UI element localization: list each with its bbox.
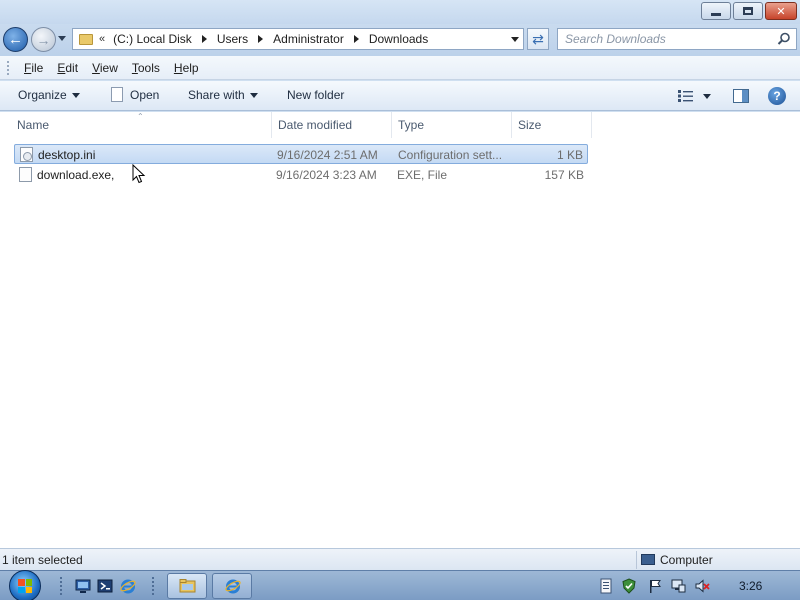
address-history-dropdown-icon[interactable] bbox=[511, 37, 519, 42]
taskbar-explorer-button[interactable] bbox=[167, 573, 207, 599]
breadcrumb-separator-icon[interactable] bbox=[258, 35, 264, 43]
document-icon[interactable] bbox=[598, 578, 614, 594]
file-list: Name ⌃ Date modified Type Size desktop.i… bbox=[0, 112, 800, 548]
back-arrow-icon: ← bbox=[8, 31, 23, 48]
change-view-icon[interactable] bbox=[678, 90, 693, 102]
network-icon[interactable] bbox=[670, 578, 686, 594]
address-overflow[interactable]: « bbox=[99, 33, 105, 45]
close-icon: ✕ bbox=[776, 5, 786, 18]
file-row-download-exe[interactable]: download.exe, 9/16/2024 3:23 AM EXE, Fil… bbox=[14, 165, 588, 185]
navigation-bar: ← → « (C:) Local Disk Users Administrato… bbox=[0, 24, 800, 56]
search-box[interactable] bbox=[557, 28, 797, 50]
caption-buttons: ✕ bbox=[701, 2, 797, 20]
action-center-flag-icon[interactable] bbox=[647, 578, 663, 594]
file-row-desktop-ini[interactable]: desktop.ini 9/16/2024 2:51 AM Configurat… bbox=[14, 144, 588, 164]
location-status: Computer bbox=[660, 553, 713, 567]
computer-icon bbox=[641, 554, 655, 565]
file-size: 157 KB bbox=[544, 168, 584, 182]
status-bar: 1 item selected Computer bbox=[0, 548, 800, 570]
status-divider bbox=[636, 551, 637, 569]
folder-icon bbox=[79, 33, 93, 45]
taskbar-ie-button[interactable] bbox=[212, 573, 252, 599]
mouse-pointer-icon bbox=[132, 164, 146, 184]
back-button[interactable]: ← bbox=[3, 27, 28, 52]
file-date: 9/16/2024 3:23 AM bbox=[276, 168, 377, 182]
breadcrumb-separator-icon[interactable] bbox=[201, 35, 207, 43]
breadcrumb-local-disk[interactable]: (C:) Local Disk bbox=[111, 32, 194, 46]
menu-bar: File Edit View Tools Help bbox=[0, 56, 800, 80]
server-manager-icon[interactable] bbox=[75, 578, 91, 594]
maximize-icon bbox=[743, 7, 753, 15]
file-date: 9/16/2024 2:51 AM bbox=[277, 148, 378, 162]
exe-file-icon bbox=[19, 167, 32, 182]
breadcrumb-administrator[interactable]: Administrator bbox=[271, 32, 346, 46]
menu-grip bbox=[7, 60, 11, 75]
column-header-date-modified[interactable]: Date modified bbox=[272, 112, 392, 138]
open-button[interactable]: Open bbox=[111, 86, 159, 102]
dropdown-arrow-icon bbox=[249, 92, 258, 98]
file-icon bbox=[111, 86, 123, 102]
view-options-dropdown-icon[interactable] bbox=[703, 94, 711, 99]
minimize-icon bbox=[711, 12, 721, 16]
folder-icon bbox=[179, 579, 196, 593]
security-shield-icon[interactable] bbox=[621, 578, 637, 594]
forward-arrow-icon: → bbox=[36, 31, 51, 48]
breadcrumb-users[interactable]: Users bbox=[215, 32, 250, 46]
powershell-icon[interactable] bbox=[97, 578, 113, 594]
recent-pages-dropdown[interactable] bbox=[58, 36, 66, 41]
title-bar: ✕ bbox=[0, 0, 800, 24]
selection-status: 1 item selected bbox=[2, 553, 83, 567]
menu-tools[interactable]: Tools bbox=[125, 61, 167, 75]
breadcrumb-separator-icon[interactable] bbox=[353, 35, 359, 43]
help-icon[interactable]: ? bbox=[768, 87, 786, 105]
search-icon[interactable] bbox=[777, 32, 791, 46]
refresh-button[interactable]: ⇄ bbox=[527, 28, 549, 50]
new-folder-button[interactable]: New folder bbox=[287, 88, 344, 102]
command-bar: Organize Open Share with New folder ? bbox=[0, 81, 800, 111]
menu-help[interactable]: Help bbox=[167, 61, 206, 75]
windows-logo-icon bbox=[18, 579, 32, 593]
internet-explorer-icon[interactable] bbox=[120, 578, 136, 594]
taskbar-clock[interactable]: 3:26 bbox=[739, 579, 762, 593]
sort-ascending-icon: ⌃ bbox=[137, 112, 144, 121]
preview-pane-icon[interactable] bbox=[733, 89, 749, 103]
share-with-button[interactable]: Share with bbox=[188, 88, 258, 102]
close-button[interactable]: ✕ bbox=[765, 2, 797, 20]
dropdown-arrow-icon bbox=[71, 92, 80, 98]
file-type: EXE, File bbox=[397, 168, 448, 182]
internet-explorer-icon bbox=[225, 579, 241, 594]
taskbar-grip[interactable] bbox=[60, 577, 64, 595]
organize-button[interactable]: Organize bbox=[18, 88, 80, 102]
breadcrumb-downloads[interactable]: Downloads bbox=[367, 32, 430, 46]
menu-view[interactable]: View bbox=[85, 61, 125, 75]
file-name: download.exe, bbox=[37, 168, 115, 182]
settings-file-icon bbox=[20, 147, 33, 162]
minimize-button[interactable] bbox=[701, 2, 731, 20]
column-header-size[interactable]: Size bbox=[512, 112, 592, 138]
address-bar[interactable]: « (C:) Local Disk Users Administrator Do… bbox=[72, 28, 524, 50]
taskbar-grip[interactable] bbox=[152, 577, 156, 595]
refresh-icon: ⇄ bbox=[532, 30, 544, 47]
volume-muted-icon[interactable] bbox=[694, 578, 710, 594]
taskbar: 3:26 bbox=[0, 570, 800, 600]
menu-file[interactable]: File bbox=[17, 61, 50, 75]
forward-button[interactable]: → bbox=[31, 27, 56, 52]
column-header-type[interactable]: Type bbox=[392, 112, 512, 138]
menu-edit[interactable]: Edit bbox=[50, 61, 85, 75]
file-size: 1 KB bbox=[556, 148, 583, 162]
start-button[interactable] bbox=[9, 570, 41, 600]
file-type: Configuration sett... bbox=[398, 148, 503, 162]
maximize-button[interactable] bbox=[733, 2, 763, 20]
search-input[interactable] bbox=[558, 29, 768, 49]
file-name: desktop.ini bbox=[38, 148, 96, 162]
